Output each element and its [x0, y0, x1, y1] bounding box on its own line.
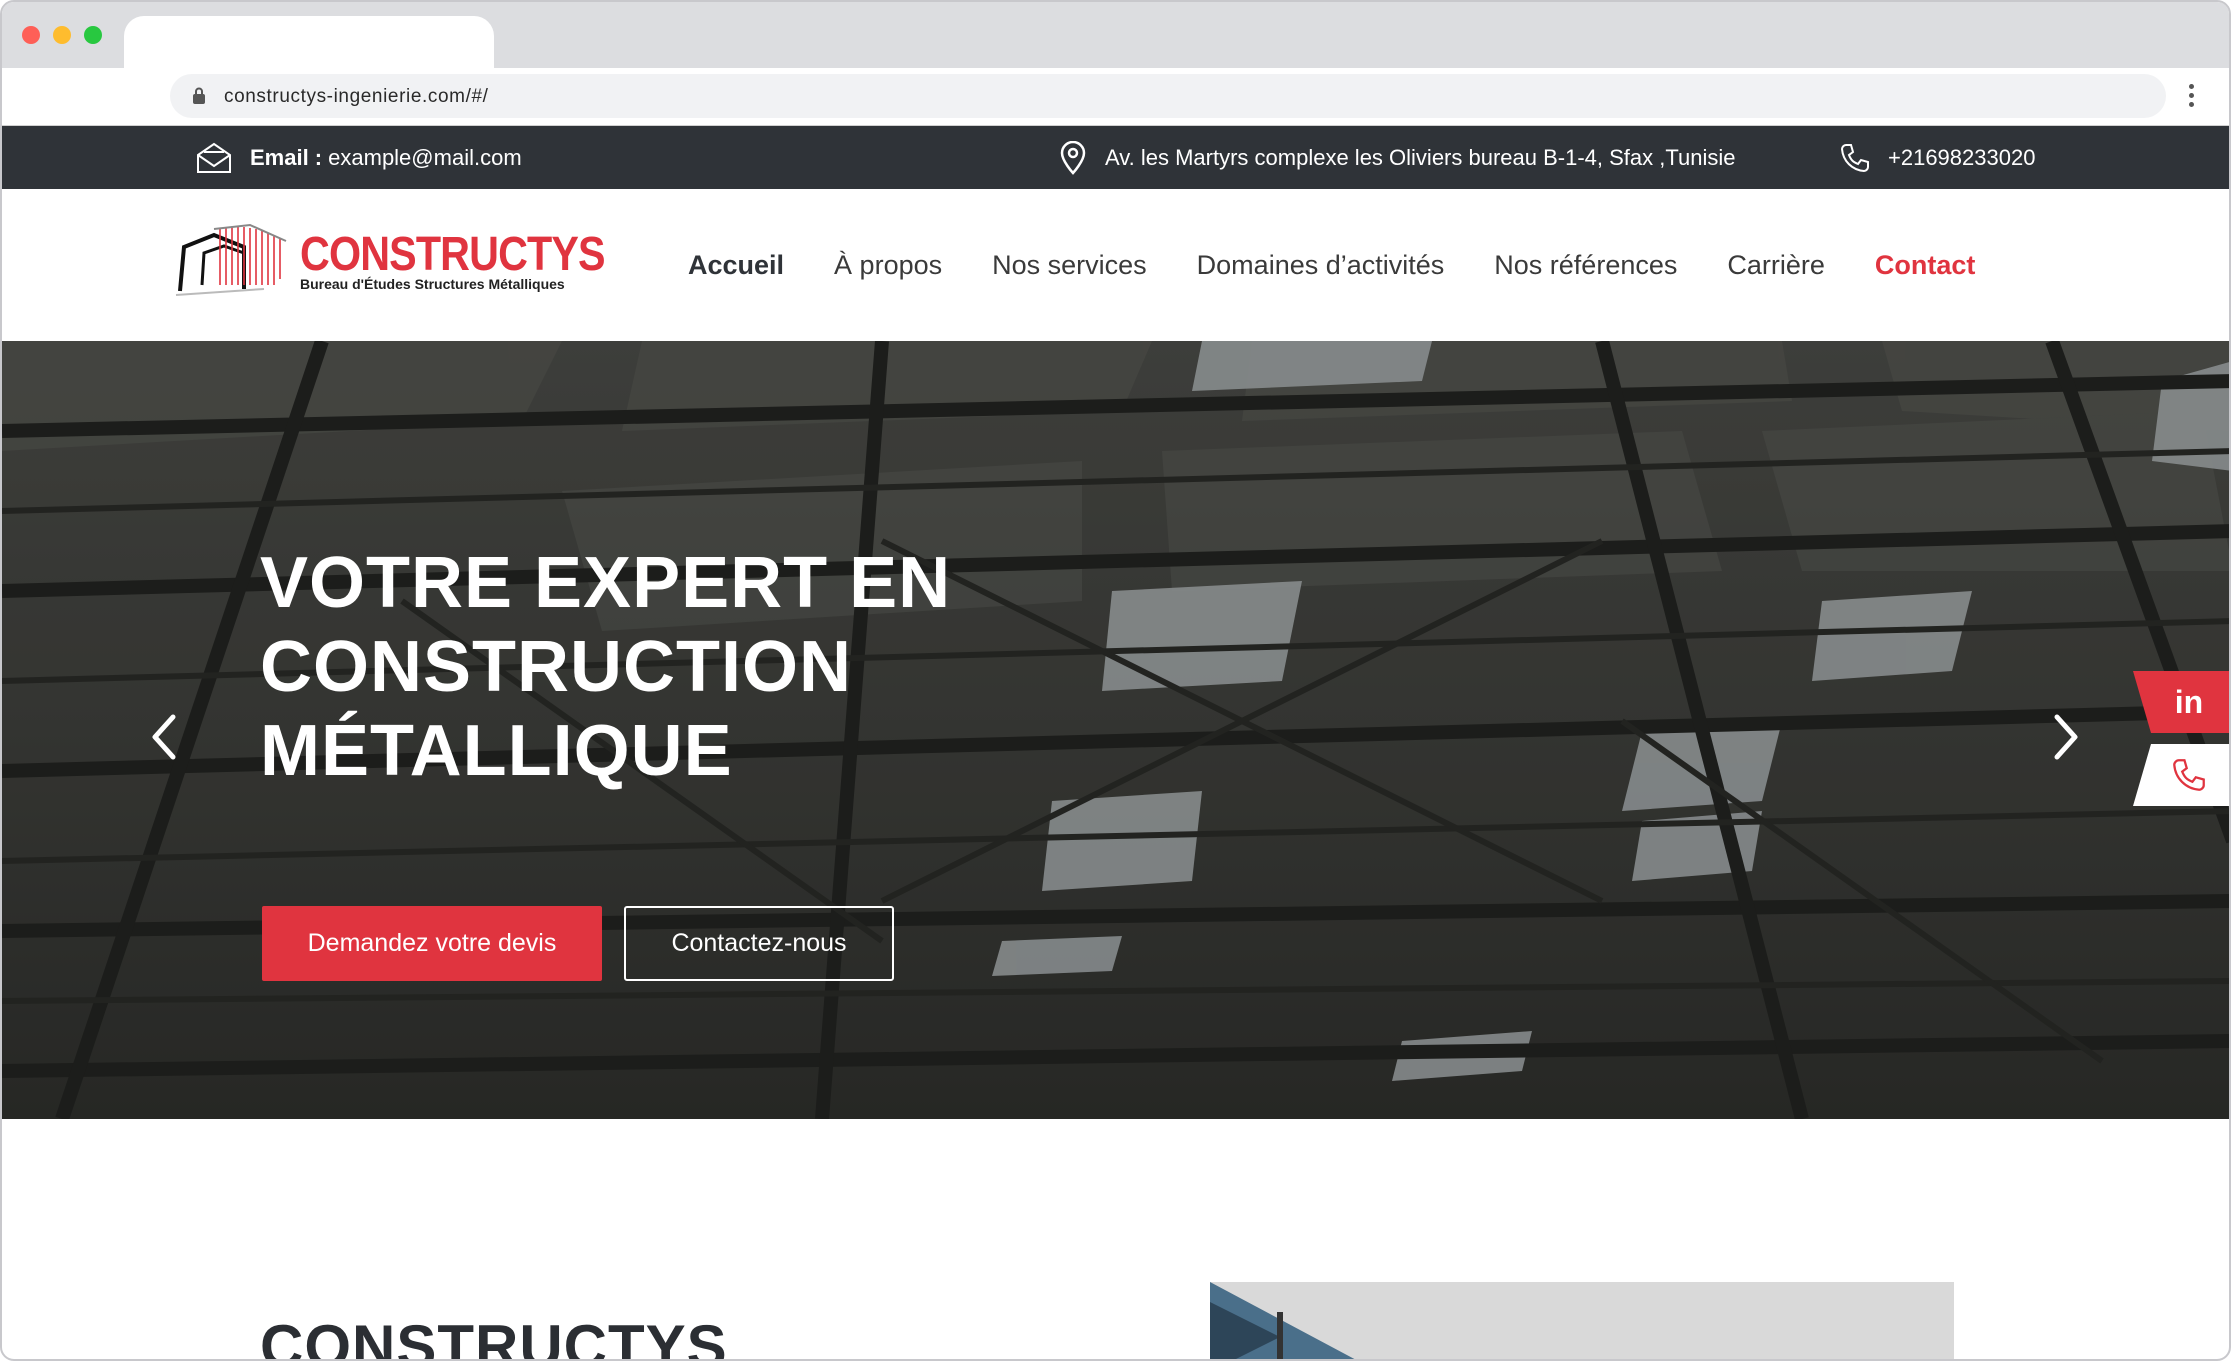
- site-header: CONSTRUCTYS Bureau d'Études Structures M…: [2, 189, 2229, 341]
- about-section-image: [1210, 1282, 1954, 1359]
- request-quote-button[interactable]: Demandez votre devis: [262, 906, 602, 981]
- browser-tab[interactable]: [124, 16, 494, 72]
- maximize-window-button[interactable]: [84, 26, 102, 44]
- nav-item-accueil[interactable]: Accueil: [688, 250, 784, 281]
- site-logo[interactable]: CONSTRUCTYS Bureau d'Études Structures M…: [174, 219, 606, 299]
- chevron-right-icon[interactable]: [2045, 709, 2085, 765]
- close-window-button[interactable]: [22, 26, 40, 44]
- about-image-graphic: [1210, 1282, 1954, 1359]
- linkedin-button[interactable]: in: [2133, 671, 2229, 733]
- location-pin-icon: [1060, 140, 1086, 175]
- nav-item-domaines[interactable]: Domaines d’activités: [1197, 250, 1445, 281]
- nav-item-a-propos[interactable]: À propos: [834, 250, 942, 281]
- email-value: example@mail.com: [328, 144, 522, 170]
- url-text: constructys-ingenierie.com/#/: [224, 86, 489, 107]
- phone-info[interactable]: +21698233020: [1840, 126, 2035, 189]
- logo-name: CONSTRUCTYS: [300, 228, 606, 281]
- nav-item-carriere[interactable]: Carrière: [1727, 250, 1825, 281]
- phone-text: +21698233020: [1888, 144, 2036, 170]
- nav-item-nos-services[interactable]: Nos services: [992, 250, 1147, 281]
- hero-slider: VOTRE EXPERT EN CONSTRUCTION MÉTALLIQUE …: [2, 341, 2229, 1119]
- logo-building-icon: [175, 223, 287, 296]
- hero-title-line-2: CONSTRUCTION: [260, 627, 852, 707]
- kebab-menu-icon[interactable]: [2187, 84, 2195, 110]
- phone-call-button[interactable]: [2133, 744, 2229, 806]
- address-bar: constructys-ingenierie.com/#/: [2, 68, 2229, 126]
- chevron-left-icon[interactable]: [145, 709, 185, 765]
- phone-icon: [2173, 759, 2205, 791]
- lock-icon: [193, 87, 205, 104]
- logo-tagline: Bureau d'Études Structures Métalliques: [300, 276, 565, 292]
- browser-window: constructys-ingenierie.com/#/ Email : ex…: [0, 0, 2231, 1361]
- url-field[interactable]: constructys-ingenierie.com/#/: [170, 74, 2166, 118]
- contact-us-button[interactable]: Contactez-nous: [624, 906, 894, 981]
- hero-title-line-3: MÉTALLIQUE: [260, 711, 733, 791]
- email-label: Email :: [250, 144, 323, 170]
- main-nav: Accueil À propos Nos services Domaines d…: [688, 189, 1975, 341]
- minimize-window-button[interactable]: [53, 26, 71, 44]
- nav-item-references[interactable]: Nos références: [1494, 250, 1677, 281]
- phone-icon: [1840, 143, 1869, 172]
- browser-tab-strip: [2, 2, 2229, 72]
- hero-title: VOTRE EXPERT EN CONSTRUCTION MÉTALLIQUE: [260, 541, 1160, 793]
- about-section-title: CONSTRUCTYS: [260, 1313, 728, 1361]
- email-info[interactable]: Email : example@mail.com: [196, 126, 522, 189]
- address-info: Av. les Martyrs complexe les Oliviers bu…: [1059, 126, 1735, 189]
- address-text: Av. les Martyrs complexe les Oliviers bu…: [1105, 144, 1736, 170]
- envelope-icon: [197, 142, 231, 173]
- hero-title-line-1: VOTRE EXPERT EN: [260, 543, 952, 623]
- nav-item-contact[interactable]: Contact: [1875, 250, 1976, 281]
- linkedin-icon: in: [2174, 683, 2204, 720]
- contact-info-bar: Email : example@mail.com Av. les Martyrs…: [2, 126, 2229, 189]
